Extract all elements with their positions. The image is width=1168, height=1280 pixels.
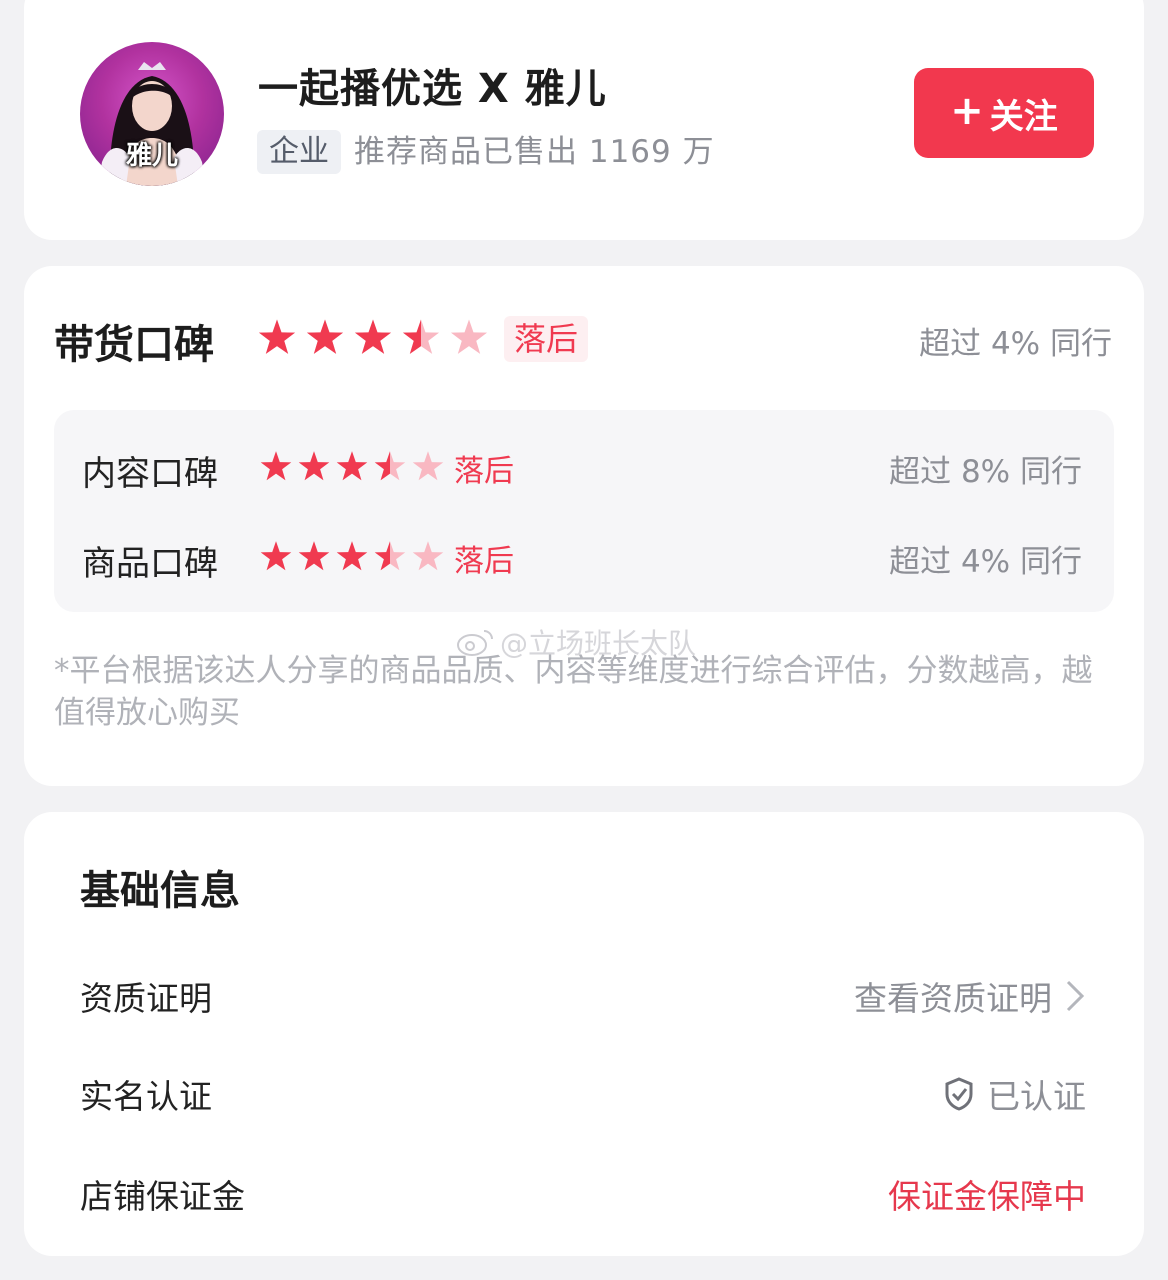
star-icon [306,319,344,354]
star-icon [374,451,406,481]
star-icon [258,319,296,354]
rating-card: 带货口碑 落后 超过 4% 同行 内容口碑 落后 超过 8% 同行 商品口碑 落… [24,266,1144,786]
weibo-icon [457,630,493,656]
watermark-text: @立场班长太队 [500,627,697,660]
star-icon [336,451,368,481]
follow-button[interactable]: + 关注 [914,68,1094,158]
star-icon [412,451,444,481]
real-name-label: 实名认证 [80,1077,212,1116]
star-icon [402,319,440,354]
overall-star-rating [258,318,488,356]
view-qualification-link[interactable]: 查看资质证明 [854,972,1086,1020]
product-star-rating [260,540,444,572]
star-icon [450,319,488,354]
plus-icon: + [950,88,984,134]
basic-info-card: 基础信息 资质证明 查看资质证明 实名认证 已认证 店铺保证金 保证金保障中 [24,812,1144,1256]
follow-label: 关注 [989,96,1058,137]
account-name: 一起播优选 X 雅儿 [258,66,607,112]
star-icon [260,451,292,481]
deposit-status: 保证金保障中 [888,1177,1086,1216]
content-beat-text: 超过 8% 同行 [889,454,1082,490]
enterprise-badge: 企业 [257,130,341,174]
view-qualification-text: 查看资质证明 [854,979,1052,1018]
rating-note: *平台根据该达人分享的商品品质、内容等维度进行综合评估，分数越高，越值得放心购买 [54,653,1093,731]
watermark: @立场班长太队 [456,622,696,662]
star-icon [374,541,406,571]
content-rating-label: 内容口碑 [82,454,218,494]
star-icon [260,541,292,571]
real-name-status: 已认证 [943,1070,1086,1118]
product-rating-label: 商品口碑 [82,544,218,584]
content-level-text: 落后 [454,454,514,489]
basic-info-title: 基础信息 [80,868,240,914]
avatar[interactable]: 雅儿 [80,42,224,186]
star-icon [354,319,392,354]
product-level-text: 落后 [454,544,514,579]
chevron-right-icon [1066,980,1085,1012]
rating-title: 带货口碑 [54,322,214,368]
content-star-rating [260,450,444,482]
shield-check-icon [945,1077,973,1111]
qualification-label: 资质证明 [80,979,212,1018]
star-icon [298,541,330,571]
star-icon [336,541,368,571]
star-icon [412,541,444,571]
verified-text: 已认证 [987,1077,1086,1116]
overall-level-tag: 落后 [504,316,589,362]
profile-card: 雅儿 一起播优选 X 雅儿 企业 推荐商品已售出 1169 万 + 关注 [24,0,1144,240]
sold-count: 推荐商品已售出 1169 万 [354,134,715,170]
deposit-label: 店铺保证金 [80,1177,245,1216]
sub-ratings-box: 内容口碑 落后 超过 8% 同行 商品口碑 落后 超过 4% 同行 [54,410,1114,612]
overall-beat-text: 超过 4% 同行 [919,326,1112,362]
avatar-label: 雅儿 [125,141,178,171]
product-beat-text: 超过 4% 同行 [889,544,1082,580]
star-icon [298,451,330,481]
